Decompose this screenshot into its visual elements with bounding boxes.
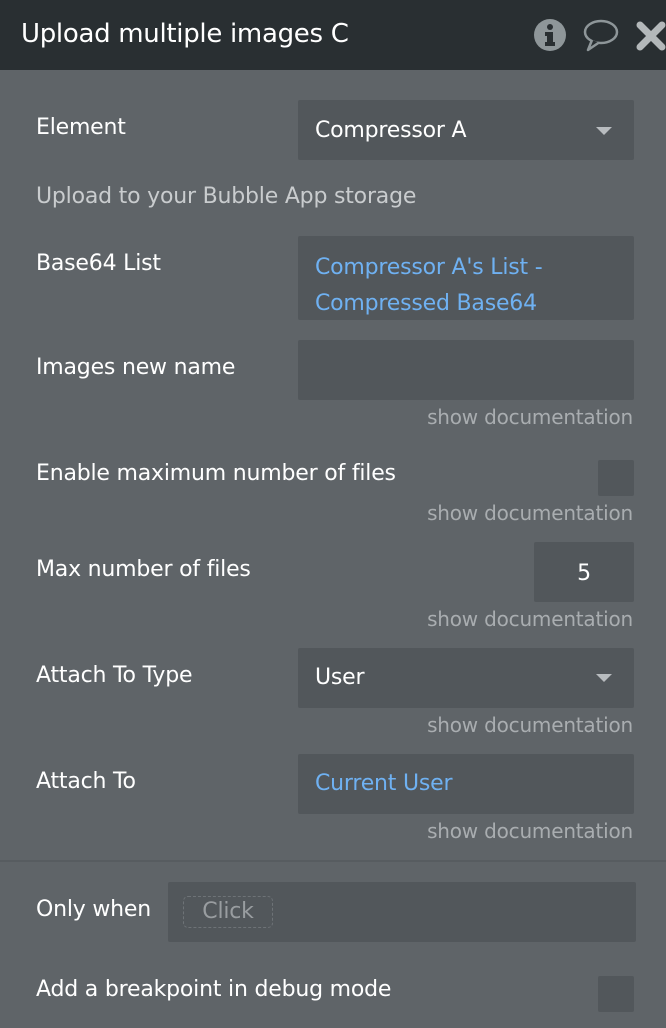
- click-placeholder[interactable]: Click: [183, 896, 273, 928]
- max-files-value: 5: [577, 561, 591, 586]
- max-files-label: Max number of files: [36, 557, 251, 582]
- attach-to-type-value: User: [315, 665, 365, 690]
- attach-to-type-label: Attach To Type: [36, 663, 193, 688]
- base64-list-value-line1: Compressor A's List -: [315, 255, 543, 280]
- chevron-down-icon: [596, 674, 612, 682]
- attach-to-input[interactable]: Current User: [298, 754, 634, 814]
- comment-icon[interactable]: [582, 18, 620, 52]
- breakpoint-checkbox[interactable]: [598, 976, 634, 1012]
- panel-title: Upload multiple images C: [21, 19, 349, 49]
- section-subtitle: Upload to your Bubble App storage: [36, 184, 417, 209]
- attach-to-value: Current User: [315, 771, 453, 796]
- breakpoint-label: Add a breakpoint in debug mode: [36, 977, 392, 1002]
- images-new-name-label: Images new name: [36, 355, 236, 380]
- show-documentation-link[interactable]: show documentation: [427, 501, 633, 525]
- show-documentation-link[interactable]: show documentation: [427, 713, 633, 737]
- show-documentation-link[interactable]: show documentation: [427, 819, 633, 843]
- section-divider: [0, 860, 666, 862]
- panel-header: Upload multiple images C: [0, 0, 666, 70]
- base64-list-label: Base64 List: [36, 251, 161, 276]
- element-label: Element: [36, 115, 126, 140]
- base64-list-input[interactable]: Compressor A's List - Compressed Base64: [298, 236, 634, 320]
- element-dropdown[interactable]: Compressor A: [298, 100, 634, 160]
- attach-to-label: Attach To: [36, 769, 136, 794]
- attach-to-type-dropdown[interactable]: User: [298, 648, 634, 708]
- max-files-input[interactable]: 5: [534, 542, 634, 602]
- show-documentation-link[interactable]: show documentation: [427, 405, 633, 429]
- enable-max-files-checkbox[interactable]: [598, 460, 634, 496]
- info-icon[interactable]: [533, 18, 567, 52]
- enable-max-files-label: Enable maximum number of files: [36, 461, 396, 486]
- images-new-name-input[interactable]: [298, 340, 634, 400]
- element-value: Compressor A: [315, 118, 467, 143]
- base64-list-value-line2: Compressed Base64: [315, 291, 537, 316]
- only-when-input[interactable]: Click: [168, 882, 636, 942]
- close-icon[interactable]: [636, 18, 666, 52]
- show-documentation-link[interactable]: show documentation: [427, 607, 633, 631]
- chevron-down-icon: [596, 127, 612, 135]
- only-when-label: Only when: [36, 897, 151, 922]
